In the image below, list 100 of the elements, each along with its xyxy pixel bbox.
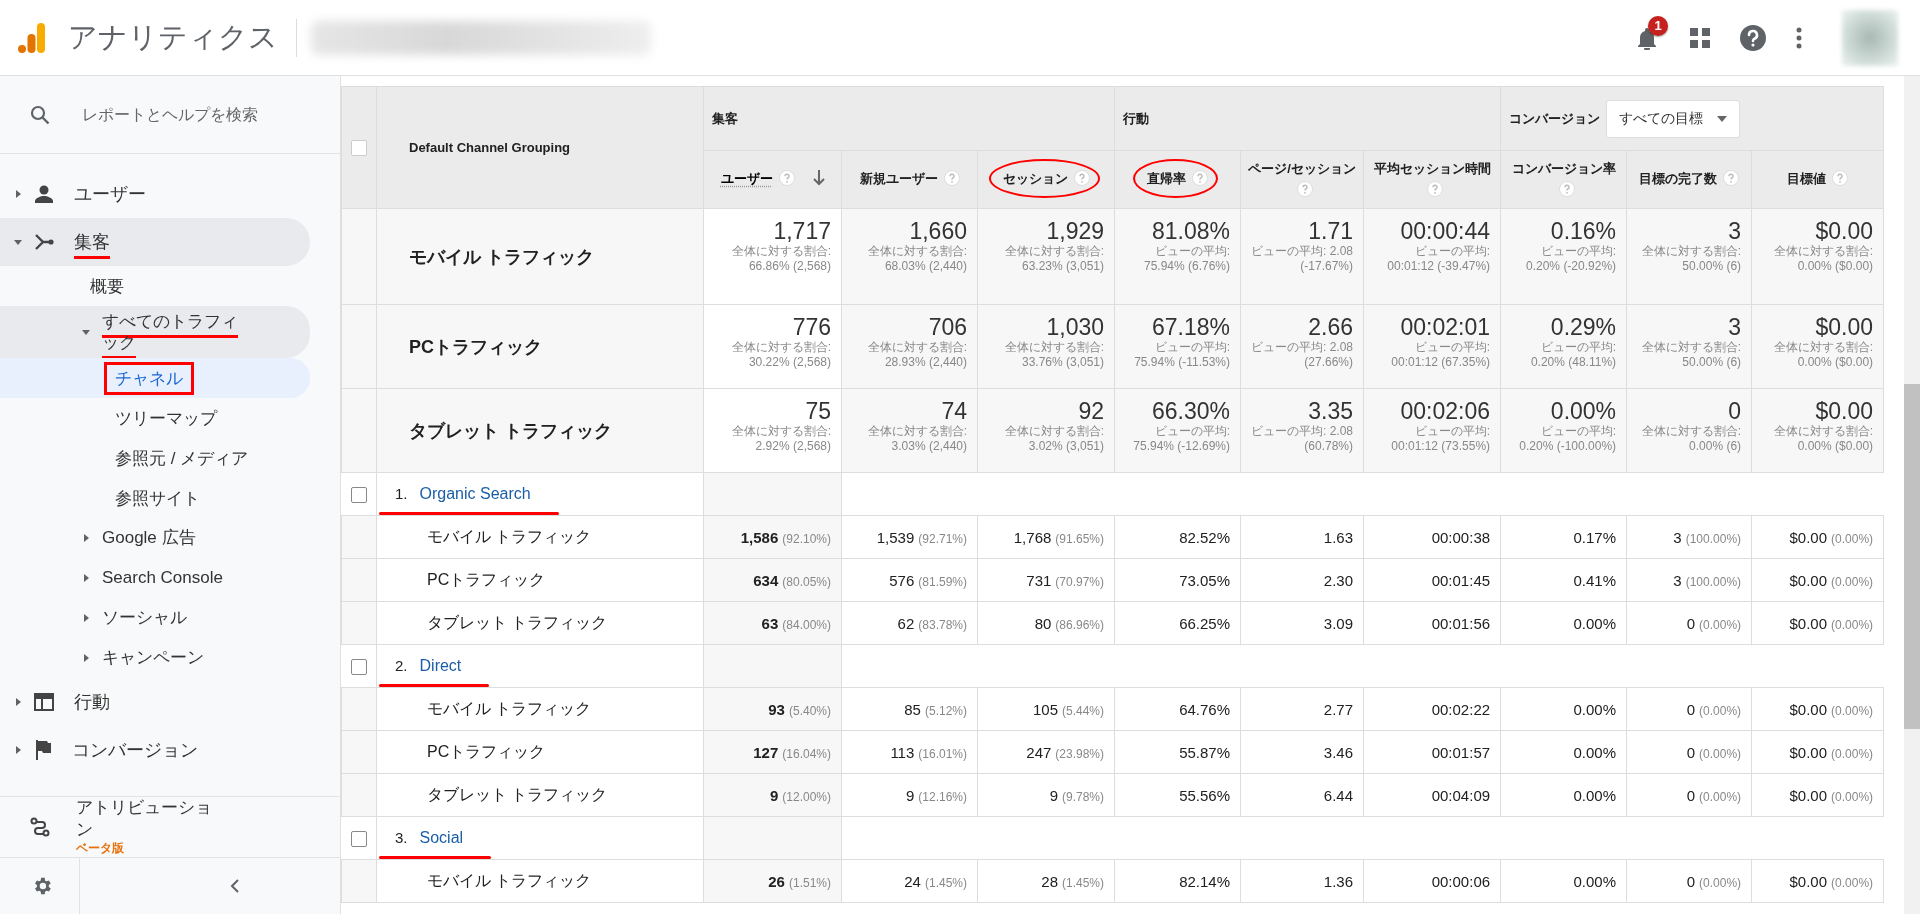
table-cell: $0.00 bbox=[1789, 700, 1828, 718]
row-label: PCトラフィック bbox=[427, 742, 546, 760]
column-group-header: コンバージョン bbox=[1509, 109, 1601, 128]
table-cell-text: $0.00 bbox=[1814, 315, 1874, 341]
comparison-note: 全体に対する割合: 0.00% ($0.00) bbox=[1772, 244, 1874, 274]
scrollbar[interactable] bbox=[1904, 76, 1920, 914]
search-field[interactable]: レポートとヘルプを検索 bbox=[80, 104, 314, 125]
table-cell-text: 1,030 bbox=[1045, 315, 1105, 341]
row-checkbox[interactable] bbox=[350, 658, 367, 675]
row-label: モバイル トラフィック bbox=[427, 871, 592, 889]
table-cell: 55.87% bbox=[1179, 743, 1231, 761]
channel-link[interactable]: Direct bbox=[419, 657, 462, 674]
row-checkbox[interactable] bbox=[350, 830, 367, 847]
row-label: タブレット トラフィック bbox=[409, 420, 612, 441]
table-cell: 1,586 bbox=[740, 528, 779, 546]
comparison-note: ビューの平均: 00:01:12 (67.35%) bbox=[1390, 340, 1491, 370]
caret-icon bbox=[82, 654, 90, 662]
table-cell: 0.00% bbox=[1573, 743, 1617, 761]
share-percent: (0.00%) bbox=[1831, 789, 1874, 804]
share-percent: (0.00%) bbox=[1831, 531, 1874, 546]
comparison-note: ビューの平均: 0.20% (-20.92%) bbox=[1525, 244, 1617, 274]
table-cell: 64.76% bbox=[1179, 700, 1231, 718]
table-cell: 0.00% bbox=[1573, 786, 1617, 804]
table-cell: 9 bbox=[769, 786, 779, 804]
table-cell-text: 0.29% bbox=[1549, 315, 1617, 341]
table-cell: 00:01:56 bbox=[1431, 614, 1491, 632]
share-percent: (1.45%) bbox=[1062, 875, 1105, 890]
nav-item[interactable]: 参照サイト bbox=[0, 478, 310, 518]
channel-link[interactable]: Social bbox=[419, 829, 464, 846]
column-header[interactable]: 目標の完了数 bbox=[1639, 171, 1718, 187]
collapse-chevron-icon[interactable] bbox=[230, 878, 240, 894]
column-header[interactable]: セッション bbox=[1002, 171, 1068, 187]
caret-icon bbox=[14, 190, 22, 198]
nav-folder[interactable]: すべてのトラフィック bbox=[0, 306, 310, 358]
comparison-note: 全体に対する割合: 28.93% (2,440) bbox=[866, 340, 967, 370]
table-cell-text: 67.18% bbox=[1151, 315, 1231, 341]
person-icon bbox=[34, 185, 54, 203]
avatar[interactable] bbox=[1842, 9, 1898, 66]
column-header[interactable]: 直帰率 bbox=[1147, 171, 1187, 187]
more-options-icon[interactable] bbox=[1796, 26, 1802, 49]
select-all-checkbox[interactable] bbox=[351, 139, 367, 156]
column-header[interactable]: 新規ユーザー bbox=[859, 171, 938, 187]
table-cell: 00:04:09 bbox=[1431, 786, 1491, 804]
nav-folder[interactable]: ソーシャル bbox=[0, 598, 310, 638]
blurred-account-selector[interactable] bbox=[311, 20, 651, 55]
table-cell: 85 bbox=[904, 700, 921, 718]
comparison-note: 全体に対する割合: 0.00% ($0.00) bbox=[1772, 424, 1874, 454]
nav-folder[interactable]: キャンペーン bbox=[0, 638, 310, 678]
table-cell: 731 bbox=[1026, 571, 1052, 589]
table-cell: $0.00 bbox=[1789, 872, 1828, 890]
table-cell: $0.00 bbox=[1789, 614, 1828, 632]
table-cell-text: 1,717 bbox=[772, 219, 831, 245]
table-cell: 1,768 bbox=[1013, 528, 1052, 546]
table-cell: 80 bbox=[1034, 614, 1052, 632]
row-checkbox[interactable] bbox=[350, 486, 367, 503]
table-cell-text: 706 bbox=[927, 315, 967, 341]
table-cell-text: 3.35 bbox=[1307, 399, 1354, 425]
row-label: タブレット トラフィック bbox=[427, 613, 608, 631]
table-cell: 62 bbox=[897, 614, 915, 632]
row-number: 3. bbox=[395, 829, 408, 846]
table-cell-text: $0.00 bbox=[1814, 219, 1874, 245]
nav-section[interactable]: 集客 bbox=[0, 218, 310, 266]
channel-link[interactable]: Organic Search bbox=[419, 485, 531, 502]
row-number: 1. bbox=[395, 485, 408, 502]
table-cell-text: $0.00 bbox=[1814, 399, 1874, 425]
table-cell-text: 66.30% bbox=[1151, 399, 1231, 425]
row-number: 2. bbox=[395, 657, 408, 674]
table-cell-text: 776 bbox=[791, 315, 831, 341]
goal-dropdown[interactable]: すべての目標 bbox=[1606, 99, 1741, 138]
nav-item[interactable]: 参照元 / メディア bbox=[0, 438, 310, 478]
sort-down-arrow-icon[interactable] bbox=[812, 170, 825, 187]
table-cell-text: 3 bbox=[1727, 315, 1742, 341]
comparison-note: 全体に対する割合: 63.23% (3,051) bbox=[1003, 244, 1105, 274]
comparison-note: 全体に対する割合: 0.00% (6) bbox=[1640, 424, 1742, 454]
help-icon[interactable] bbox=[1740, 24, 1766, 51]
share-percent: (70.97%) bbox=[1055, 574, 1105, 589]
caret-icon bbox=[14, 698, 22, 706]
nav-section[interactable]: コンバージョン bbox=[0, 726, 310, 774]
table-cell: 82.14% bbox=[1179, 872, 1231, 890]
comparison-note: ビューの平均: 2.08 (60.78%) bbox=[1250, 424, 1354, 454]
apps-grid-icon[interactable] bbox=[1690, 27, 1710, 48]
comparison-note: 全体に対する割合: 50.00% (6) bbox=[1640, 340, 1742, 370]
table-cell: 105 bbox=[1032, 700, 1058, 718]
search-icon[interactable] bbox=[30, 104, 50, 125]
table-cell: $0.00 bbox=[1789, 528, 1828, 546]
nav-section[interactable]: 行動 bbox=[0, 678, 310, 726]
nav-folder[interactable]: Search Console bbox=[0, 558, 310, 598]
nav-item[interactable]: ツリーマップ bbox=[0, 398, 310, 438]
column-header[interactable]: 目標値 bbox=[1787, 171, 1827, 187]
nav-folder[interactable]: Google 広告 bbox=[0, 518, 310, 558]
nav-section[interactable]: ユーザー bbox=[0, 170, 310, 218]
nav-item[interactable]: チャネル bbox=[0, 358, 310, 398]
nav-item[interactable]: 概要 bbox=[0, 266, 310, 306]
analytics-logo-icon bbox=[18, 22, 46, 53]
table-cell: 2.30 bbox=[1323, 571, 1354, 589]
share-percent: (16.04%) bbox=[782, 746, 831, 761]
attribution-nav-item[interactable]: アトリビューション ベータ版 bbox=[0, 796, 340, 857]
column-header[interactable]: ユーザー bbox=[720, 171, 773, 187]
comparison-note: ビューの平均: 00:01:12 (-39.47%) bbox=[1386, 244, 1491, 274]
comparison-note: 全体に対する割合: 3.02% (3,051) bbox=[1003, 424, 1105, 454]
